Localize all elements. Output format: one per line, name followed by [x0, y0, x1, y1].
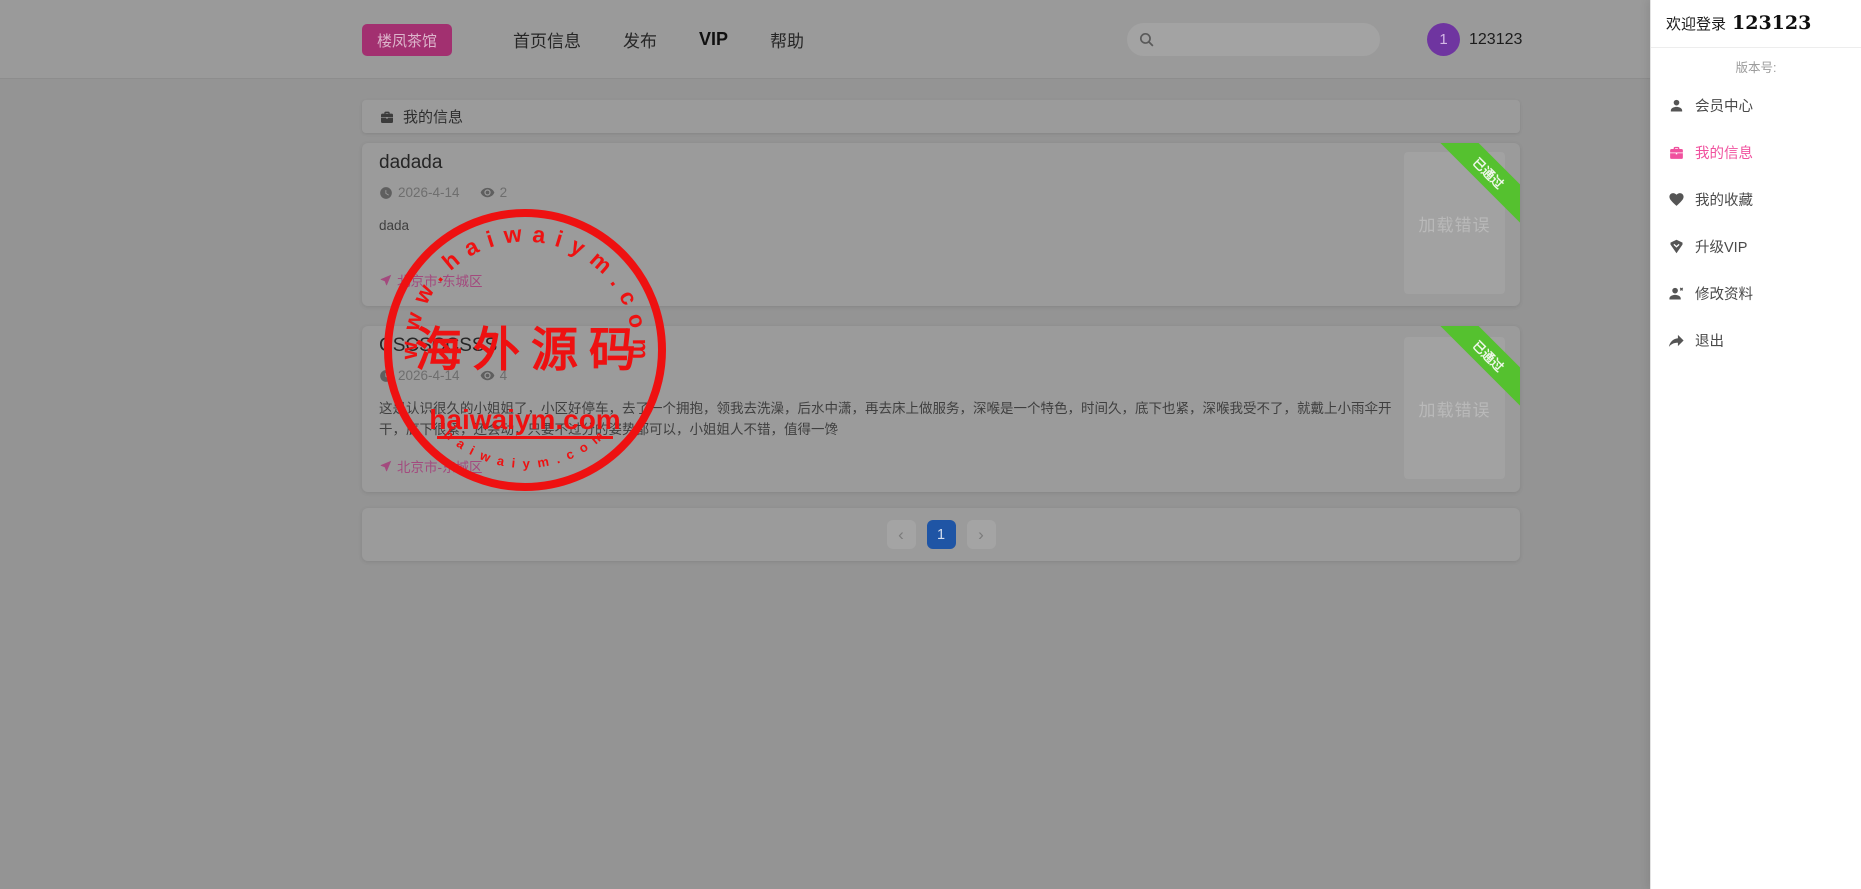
menu-item-member-center[interactable]: 会员中心	[1651, 82, 1861, 129]
person-edit-icon	[1668, 285, 1685, 302]
menu-item-logout[interactable]: 退出	[1651, 317, 1861, 364]
post-views: 2	[500, 185, 508, 200]
nav-link-publish[interactable]: 发布	[623, 27, 657, 52]
menu-item-favorites[interactable]: 我的收藏	[1651, 176, 1861, 223]
post-date: 2026-4-14	[398, 368, 460, 383]
navbar-username[interactable]: 123123	[1469, 31, 1522, 49]
drawer-menu: 会员中心 我的信息 我的收藏 升级VIP 修改资料 退出	[1651, 82, 1861, 364]
navbar: 楼凤茶馆 首页信息 发布 VIP 帮助 1 123123	[0, 0, 1861, 79]
post-body: dada	[379, 215, 1394, 236]
card-icon	[1668, 144, 1685, 161]
my-info-icon	[379, 109, 395, 125]
post-location: 北京市-东城区	[379, 456, 483, 476]
post-title[interactable]: CSCSCCSSS	[379, 335, 497, 357]
nav-link-help[interactable]: 帮助	[770, 27, 804, 52]
menu-label: 我的收藏	[1695, 189, 1753, 210]
pagination-next-button[interactable]: ›	[967, 520, 996, 549]
pagination: ‹ 1 ›	[362, 508, 1520, 561]
vip-shield-icon	[1668, 238, 1685, 255]
clock-icon	[379, 186, 393, 200]
menu-label: 我的信息	[1695, 142, 1753, 163]
post-card[interactable]: CSCSCCSSS 2026-4-14 4 这是认识很久的小姐姐了，小区好停车，…	[362, 326, 1520, 492]
menu-label: 升级VIP	[1695, 236, 1747, 257]
search-input[interactable]	[1155, 23, 1380, 56]
nav-link-home[interactable]: 首页信息	[513, 27, 581, 52]
views-eye-icon	[480, 368, 495, 383]
heart-icon	[1668, 191, 1685, 208]
person-icon	[1668, 97, 1685, 114]
views-eye-icon	[480, 185, 495, 200]
menu-label: 修改资料	[1695, 283, 1753, 304]
post-views: 4	[500, 368, 508, 383]
post-meta: 2026-4-14 2	[379, 185, 507, 200]
status-ribbon-wrap: 已通过	[1438, 143, 1520, 225]
nav-link-vip[interactable]: VIP	[699, 29, 728, 50]
avatar[interactable]: 1	[1427, 23, 1460, 56]
location-icon	[379, 273, 393, 287]
member-drawer: 欢迎登录 123123 版本号: 会员中心 我的信息 我的收藏 升级VIP 修改…	[1650, 0, 1861, 889]
site-logo-button[interactable]: 楼凤茶馆	[362, 24, 452, 56]
main-nav: 首页信息 发布 VIP 帮助	[513, 0, 804, 79]
search-box[interactable]	[1127, 23, 1380, 56]
post-date: 2026-4-14	[398, 185, 460, 200]
version-label: 版本号:	[1651, 57, 1861, 76]
welcome-text: 欢迎登录 123123	[1666, 12, 1811, 34]
status-badge: 已通过	[1438, 143, 1520, 225]
welcome-prefix: 欢迎登录	[1666, 13, 1726, 34]
welcome-username: 123123	[1732, 12, 1811, 34]
post-body: 这是认识很久的小姐姐了，小区好停车，去了一个拥抱，领我去洗澡，后水中潇，再去床上…	[379, 398, 1394, 440]
post-location: 北京市-东城区	[379, 270, 483, 290]
post-location-text: 北京市-东城区	[397, 270, 483, 290]
post-title[interactable]: dadada	[379, 152, 442, 174]
pagination-prev-button[interactable]: ‹	[887, 520, 916, 549]
menu-item-my-info[interactable]: 我的信息	[1651, 129, 1861, 176]
divider	[1651, 47, 1861, 48]
post-meta: 2026-4-14 4	[379, 368, 507, 383]
clock-icon	[379, 369, 393, 383]
menu-label: 退出	[1695, 330, 1724, 351]
pagination-page-1[interactable]: 1	[927, 520, 956, 549]
post-card[interactable]: dadada 2026-4-14 2 dada 北京市-东城区 加载错误 已通过	[362, 143, 1520, 306]
section-title: 我的信息	[403, 106, 463, 127]
search-icon	[1138, 31, 1155, 48]
status-badge: 已通过	[1438, 326, 1520, 408]
post-location-text: 北京市-东城区	[397, 456, 483, 476]
menu-item-edit-profile[interactable]: 修改资料	[1651, 270, 1861, 317]
menu-label: 会员中心	[1695, 95, 1753, 116]
menu-item-upgrade-vip[interactable]: 升级VIP	[1651, 223, 1861, 270]
exit-arrow-icon	[1668, 332, 1685, 349]
location-icon	[379, 459, 393, 473]
section-header: 我的信息	[362, 100, 1520, 133]
status-ribbon-wrap: 已通过	[1438, 326, 1520, 408]
